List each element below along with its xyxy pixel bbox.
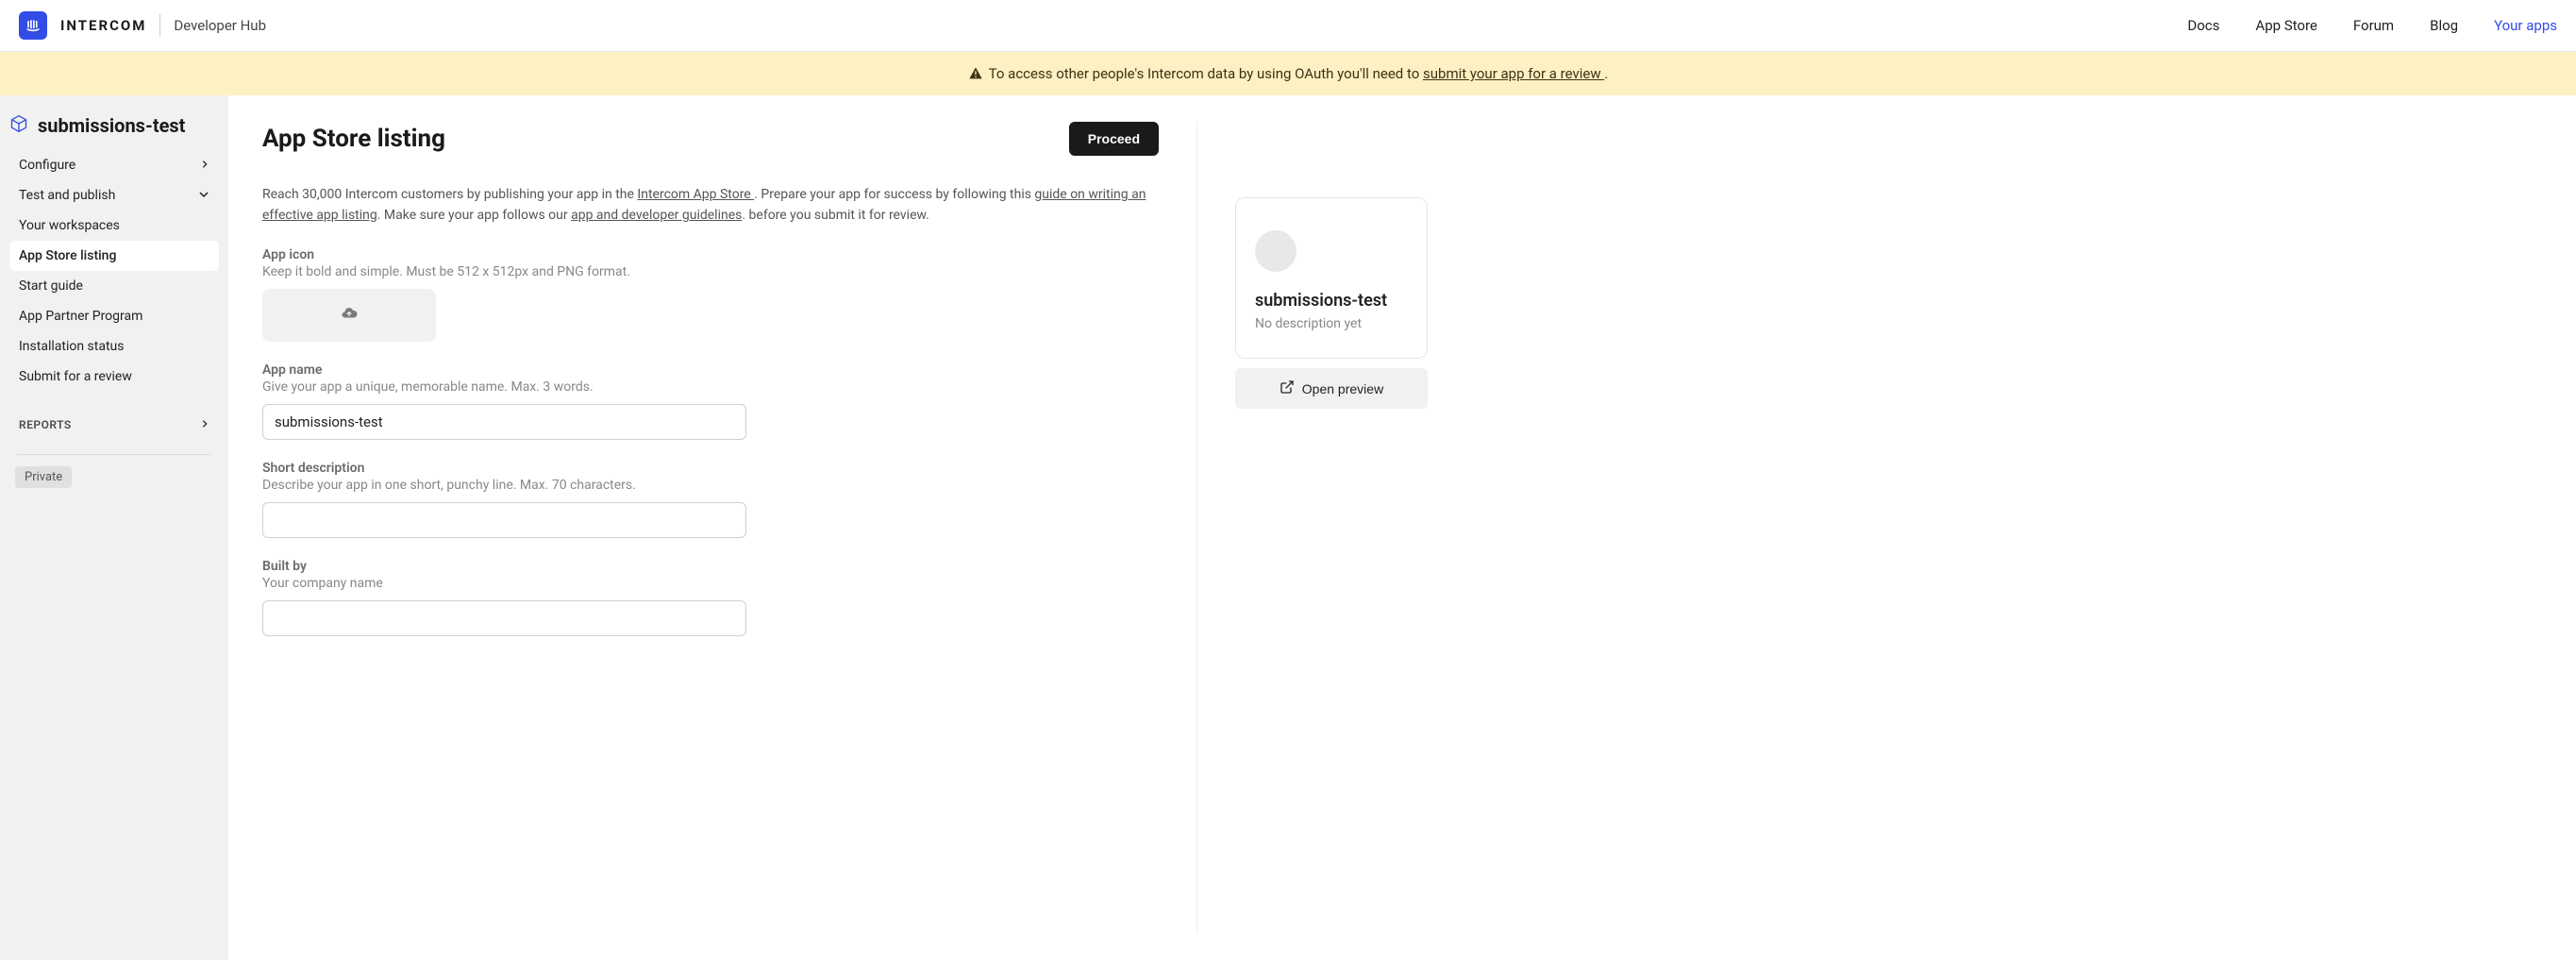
intro-part2: . Prepare your app for success by follow…	[754, 187, 1034, 202]
upload-icon-dropzone[interactable]	[262, 289, 436, 342]
sidebar-item-label: Submit for a review	[19, 369, 132, 384]
sidebar-divider	[17, 454, 211, 455]
banner-text: To access other people's Intercom data b…	[989, 65, 1609, 82]
preview-panel: submissions-test No description yet Open…	[1196, 122, 1428, 934]
sidebar-header: submissions-test	[9, 112, 219, 150]
app-name-input[interactable]	[262, 404, 746, 440]
content-column: App Store listing Proceed Reach 30,000 I…	[262, 122, 1159, 934]
sidebar-item-partner[interactable]: App Partner Program	[9, 301, 219, 331]
banner-text-before: To access other people's Intercom data b…	[989, 65, 1423, 82]
built-by-input[interactable]	[262, 600, 746, 636]
main-content: App Store listing Proceed Reach 30,000 I…	[228, 95, 2576, 960]
sidebar-item-label: Configure	[19, 158, 75, 173]
nav-app-store[interactable]: App Store	[2255, 17, 2317, 34]
preview-card: submissions-test No description yet	[1235, 197, 1428, 359]
chevron-right-icon	[200, 418, 209, 431]
field-help: Give your app a unique, memorable name. …	[262, 379, 1159, 395]
sidebar-item-listing[interactable]: App Store listing	[9, 241, 219, 271]
open-preview-button[interactable]: Open preview	[1235, 368, 1428, 409]
preview-app-description: No description yet	[1255, 316, 1408, 331]
sidebar-item-label: Installation status	[19, 339, 125, 354]
field-label: Short description	[262, 461, 1159, 476]
sidebar-section-reports[interactable]: REPORTS	[9, 411, 219, 439]
sidebar-item-label: Start guide	[19, 278, 83, 294]
banner-link[interactable]: submit your app for a review	[1423, 65, 1604, 82]
nav-blog[interactable]: Blog	[2430, 17, 2458, 34]
intro-part3: . Make sure your app follows our	[377, 208, 571, 223]
sidebar-item-label: Test and publish	[19, 188, 115, 203]
field-help: Your company name	[262, 576, 1159, 591]
field-label: Built by	[262, 559, 1159, 574]
field-built-by: Built by Your company name	[262, 559, 1159, 636]
sidebar-app-name: submissions-test	[38, 114, 185, 137]
chevron-down-icon	[198, 189, 209, 203]
intro-link-guidelines[interactable]: app and developer guidelines	[571, 208, 742, 223]
nav-your-apps[interactable]: Your apps	[2494, 17, 2557, 34]
sidebar-badge-row: Private	[9, 466, 219, 488]
banner-text-after: .	[1604, 65, 1608, 82]
sidebar-item-install-status[interactable]: Installation status	[9, 331, 219, 362]
short-description-input[interactable]	[262, 502, 746, 538]
intro-text: Reach 30,000 Intercom customers by publi…	[262, 184, 1159, 227]
proceed-button[interactable]: Proceed	[1069, 122, 1159, 156]
top-header: INTERCOM Developer Hub Docs App Store Fo…	[0, 0, 2576, 52]
top-nav: Docs App Store Forum Blog Your apps	[2187, 17, 2557, 34]
page-title: App Store listing	[262, 125, 445, 153]
brand-name: INTERCOM	[60, 17, 146, 34]
cloud-upload-icon	[341, 305, 358, 326]
cube-icon	[9, 114, 28, 137]
sidebar-item-label: App Partner Program	[19, 309, 142, 324]
external-link-icon	[1280, 379, 1295, 397]
nav-docs[interactable]: Docs	[2187, 17, 2219, 34]
sidebar-nav: Configure Test and publish Your workspac…	[9, 150, 219, 488]
field-app-icon: App icon Keep it bold and simple. Must b…	[262, 247, 1159, 342]
field-short-description: Short description Describe your app in o…	[262, 461, 1159, 538]
nav-forum[interactable]: Forum	[2353, 17, 2394, 34]
private-badge: Private	[15, 466, 72, 488]
open-preview-label: Open preview	[1302, 381, 1383, 396]
page-header: App Store listing Proceed	[262, 122, 1159, 156]
intercom-logo-icon[interactable]	[19, 11, 47, 40]
intro-part1: Reach 30,000 Intercom customers by publi…	[262, 187, 637, 202]
header-left: INTERCOM Developer Hub	[19, 11, 266, 40]
sidebar-item-label: Your workspaces	[19, 218, 120, 233]
sidebar-item-test-publish[interactable]: Test and publish	[9, 180, 219, 211]
header-subtitle: Developer Hub	[174, 17, 266, 34]
preview-app-icon-placeholder	[1255, 230, 1296, 272]
field-label: App name	[262, 362, 1159, 378]
sidebar-section-label: REPORTS	[19, 418, 72, 431]
field-help: Describe your app in one short, punchy l…	[262, 478, 1159, 493]
sidebar: submissions-test Configure Test and publ…	[0, 95, 228, 960]
divider	[159, 14, 160, 37]
warning-icon	[968, 66, 983, 81]
warning-banner: To access other people's Intercom data b…	[0, 52, 2576, 95]
sidebar-item-label: App Store listing	[19, 248, 116, 263]
chevron-right-icon	[200, 159, 209, 172]
field-help: Keep it bold and simple. Must be 512 x 5…	[262, 264, 1159, 279]
sidebar-item-workspaces[interactable]: Your workspaces	[9, 211, 219, 241]
layout: submissions-test Configure Test and publ…	[0, 95, 2576, 960]
sidebar-item-configure[interactable]: Configure	[9, 150, 219, 180]
field-label: App icon	[262, 247, 1159, 262]
sidebar-item-submit-review[interactable]: Submit for a review	[9, 362, 219, 392]
sidebar-item-start-guide[interactable]: Start guide	[9, 271, 219, 301]
preview-app-name: submissions-test	[1255, 291, 1408, 311]
intro-part4: . before you submit it for review.	[742, 208, 929, 223]
field-app-name: App name Give your app a unique, memorab…	[262, 362, 1159, 440]
intro-link-appstore[interactable]: Intercom App Store	[637, 187, 754, 202]
